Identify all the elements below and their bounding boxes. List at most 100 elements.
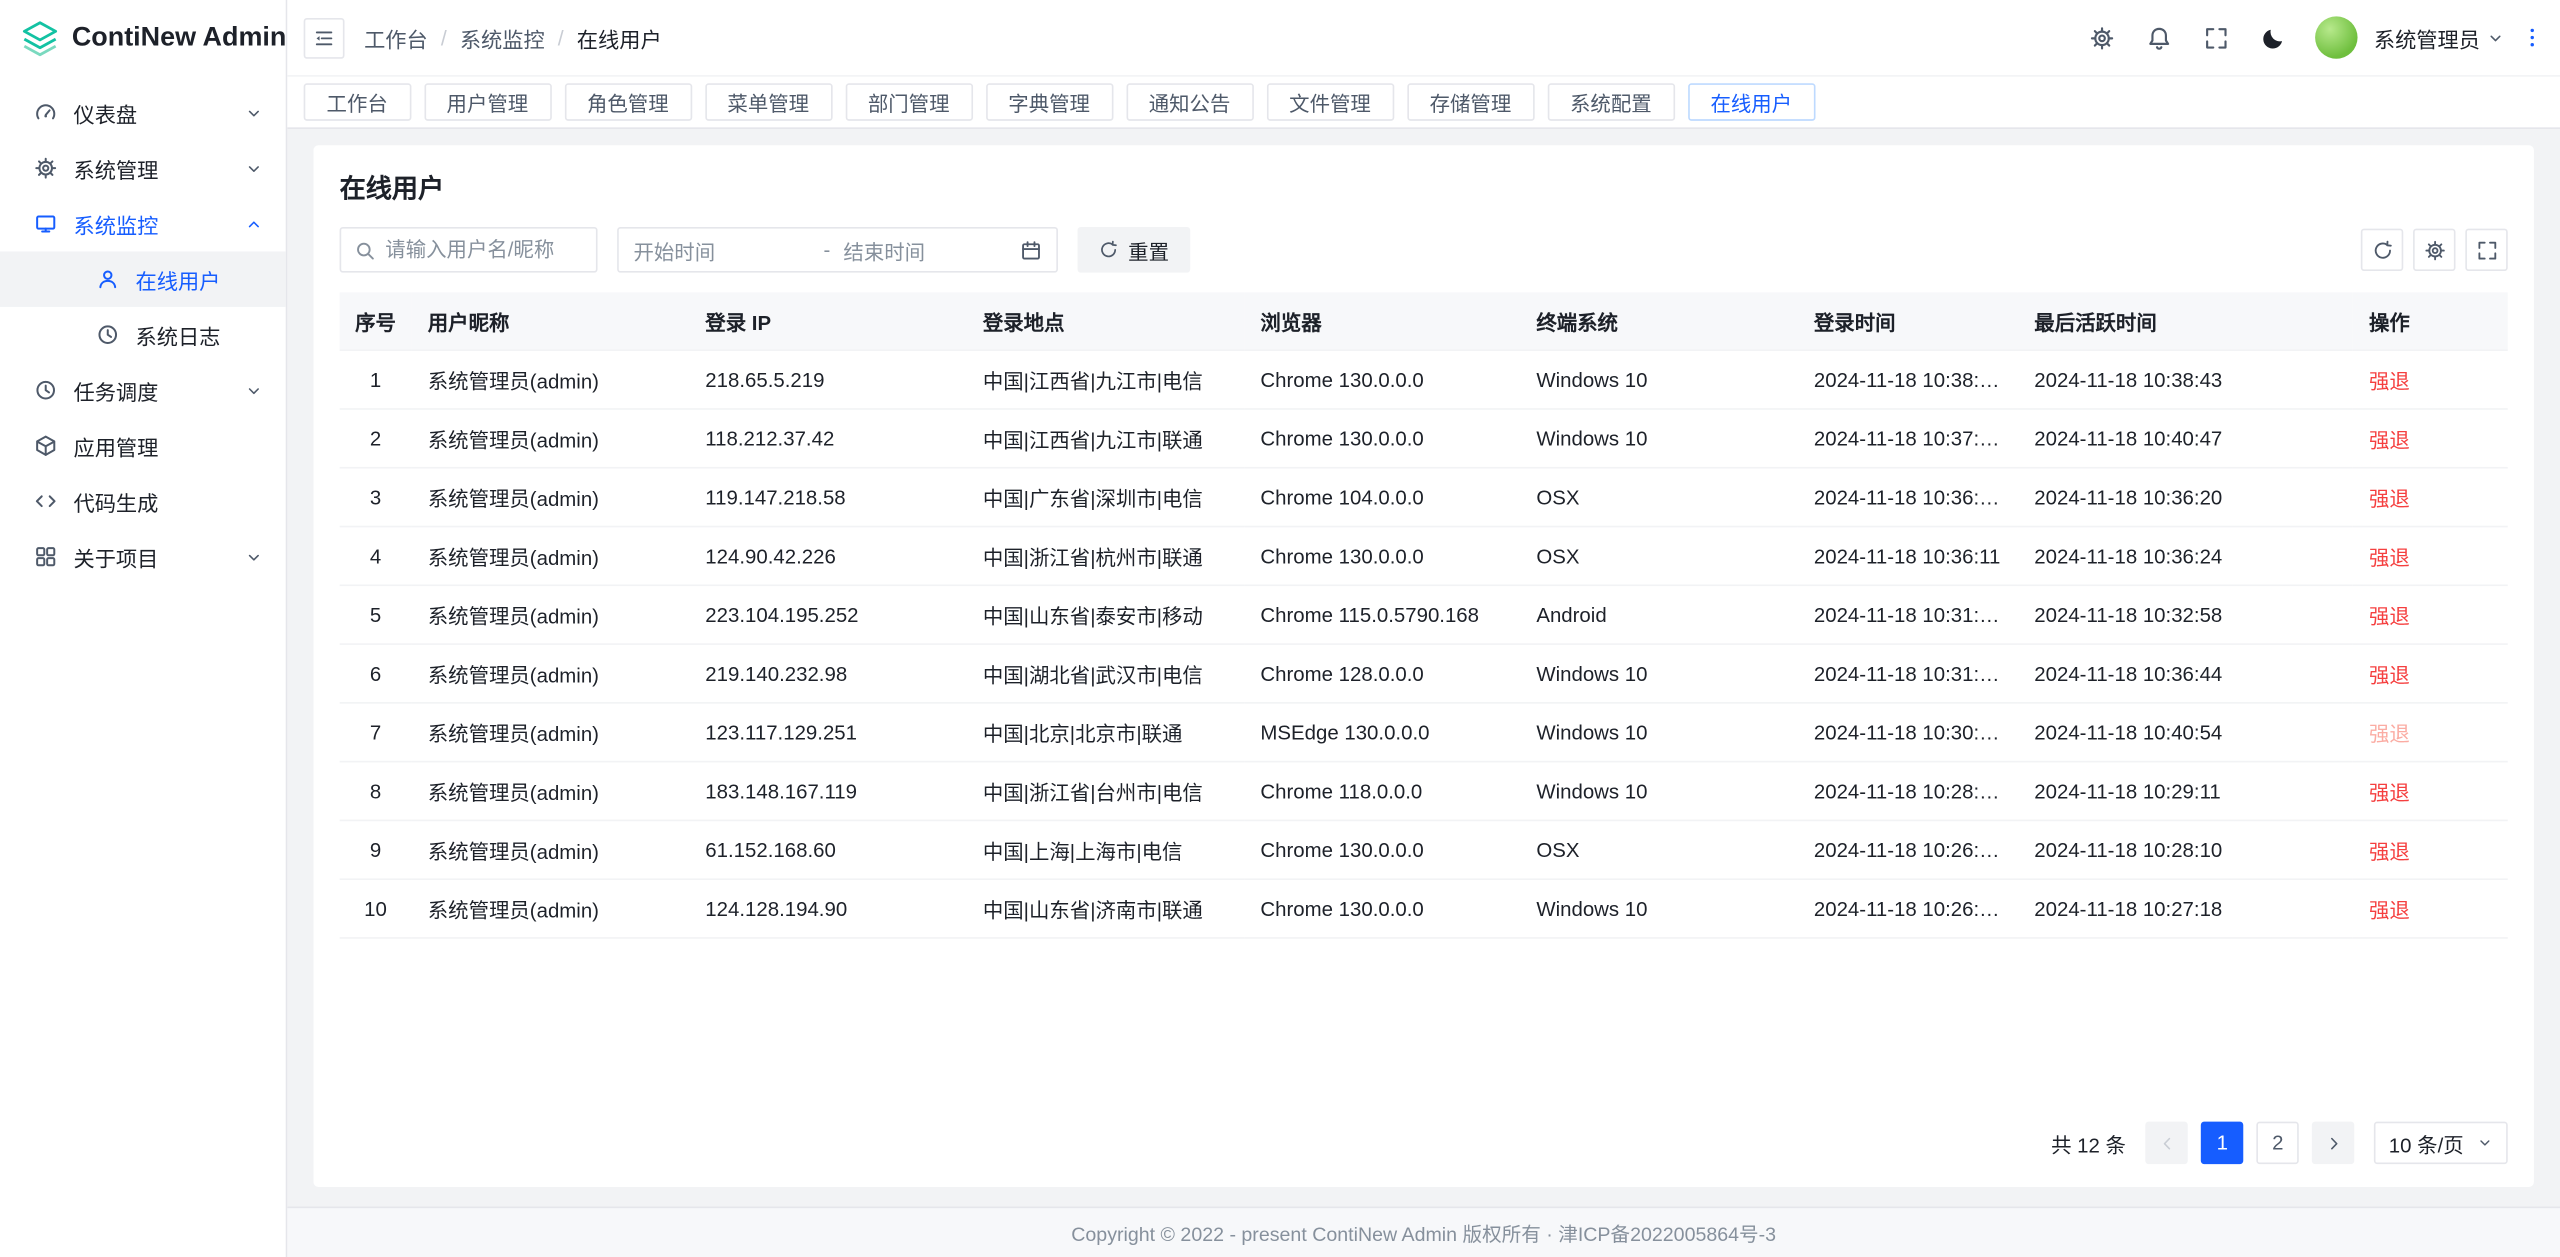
reset-button[interactable]: 重置 [1078, 227, 1191, 273]
sidebar: ContiNew Admin 仪表盘系统管理系统监控在线用户系统日志任务调度应用… [0, 0, 287, 1257]
search-box [340, 227, 598, 273]
force-logout-link[interactable]: 强退 [2369, 664, 2410, 687]
sidebar-item[interactable]: 系统监控 [0, 196, 286, 252]
breadcrumb: 工作台/系统监控/在线用户 [364, 22, 662, 53]
app-logo[interactable]: ContiNew Admin [0, 0, 286, 75]
pagination-next-button[interactable] [2312, 1122, 2354, 1164]
table-settings-button[interactable] [2413, 229, 2455, 271]
sidebar-item-label: 关于项目 [73, 541, 158, 572]
settings-icon [34, 157, 57, 180]
gear-icon [2424, 239, 2445, 260]
fullscreen-icon [2204, 25, 2228, 49]
table-row: 2系统管理员(admin)118.212.37.42中国|江西省|九江市|联通C… [340, 409, 2508, 468]
force-logout-link[interactable]: 强退 [2369, 841, 2410, 864]
user-menu[interactable]: 系统管理员 [2374, 22, 2505, 53]
breadcrumb-item[interactable]: 系统监控 [460, 22, 545, 53]
cell-os: OSX [1520, 527, 1798, 586]
cell-no: 1 [340, 350, 412, 409]
cell-location: 中国|上海|上海市|电信 [967, 820, 1245, 879]
pagination-prev-button[interactable] [2146, 1122, 2188, 1164]
table-refresh-button[interactable] [2361, 229, 2403, 271]
force-logout-link[interactable]: 强退 [2369, 371, 2410, 394]
cell-location: 中国|江西省|九江市|电信 [967, 350, 1245, 409]
pagination-page-button[interactable]: 1 [2201, 1122, 2243, 1164]
cell-os: OSX [1520, 820, 1798, 879]
chevron-down-icon [245, 159, 263, 177]
sidebar-subitem[interactable]: 系统日志 [0, 307, 286, 363]
search-input[interactable] [385, 238, 583, 261]
column-header: 序号 [340, 292, 412, 350]
history-icon [96, 323, 119, 346]
tab-item[interactable]: 存储管理 [1407, 83, 1534, 121]
sidebar-collapse-button[interactable] [304, 17, 345, 58]
table-row: 7系统管理员(admin)123.117.129.251中国|北京|北京市|联通… [340, 703, 2508, 762]
force-logout-link[interactable]: 强退 [2369, 488, 2410, 511]
table-fullscreen-button[interactable] [2465, 229, 2507, 271]
tab-item[interactable]: 系统配置 [1547, 83, 1674, 121]
tab-item[interactable]: 字典管理 [985, 83, 1112, 121]
cell-browser: Chrome 130.0.0.0 [1244, 409, 1520, 468]
force-logout-link[interactable]: 强退 [2369, 429, 2410, 452]
force-logout-link[interactable]: 强退 [2369, 547, 2410, 570]
force-logout-link[interactable]: 强退 [2369, 900, 2410, 923]
tab-item[interactable]: 文件管理 [1266, 83, 1393, 121]
cell-action: 强退 [2353, 762, 2508, 821]
cell-location: 中国|浙江省|杭州市|联通 [967, 527, 1245, 586]
cell-location: 中国|山东省|泰安市|移动 [967, 585, 1245, 644]
fullscreen-button[interactable] [2194, 16, 2238, 60]
chevron-down-icon [2487, 29, 2505, 47]
sidebar-item-label: 应用管理 [73, 430, 158, 461]
sidebar-item[interactable]: 系统管理 [0, 140, 286, 196]
sidebar-item-label: 系统管理 [73, 153, 158, 184]
date-range-picker[interactable]: 开始时间 - 结束时间 [617, 227, 1058, 273]
notifications-button[interactable] [2137, 16, 2181, 60]
tab-item[interactable]: 菜单管理 [705, 83, 832, 121]
sidebar-item[interactable]: 关于项目 [0, 529, 286, 585]
tab-item[interactable]: 在线用户 [1688, 83, 1815, 121]
pagination-page-button[interactable]: 2 [2257, 1122, 2299, 1164]
footer: Copyright © 2022 - present ContiNew Admi… [287, 1207, 2560, 1257]
table-row: 9系统管理员(admin)61.152.168.60中国|上海|上海市|电信Ch… [340, 820, 2508, 879]
settings-button[interactable] [2080, 16, 2124, 60]
app-title: ContiNew Admin [72, 22, 287, 53]
cell-browser: Chrome 118.0.0.0 [1244, 762, 1520, 821]
end-time-placeholder[interactable]: 结束时间 [843, 234, 1020, 265]
sidebar-item[interactable]: 仪表盘 [0, 85, 286, 141]
tab-item[interactable]: 用户管理 [424, 83, 551, 121]
sidebar-item[interactable]: 代码生成 [0, 473, 286, 529]
bell-icon [2147, 25, 2171, 49]
sidebar-subitem[interactable]: 在线用户 [0, 251, 286, 307]
column-header: 操作 [2353, 292, 2508, 350]
tab-item[interactable]: 部门管理 [845, 83, 972, 121]
cell-ip: 124.128.194.90 [689, 879, 967, 938]
cell-action: 强退 [2353, 585, 2508, 644]
tab-item[interactable]: 角色管理 [564, 83, 691, 121]
breadcrumb-item[interactable]: 在线用户 [577, 22, 662, 53]
sidebar-item[interactable]: 任务调度 [0, 362, 286, 418]
dark-mode-toggle[interactable] [2251, 16, 2295, 60]
start-time-placeholder[interactable]: 开始时间 [633, 234, 810, 265]
cell-last_active: 2024-11-18 10:38:43 [2018, 350, 2353, 409]
table-header: 序号用户昵称登录 IP登录地点浏览器终端系统登录时间最后活跃时间操作 [340, 292, 2508, 350]
tab-item[interactable]: 工作台 [304, 83, 411, 121]
force-logout-link[interactable]: 强退 [2369, 606, 2410, 629]
sidebar-item[interactable]: 应用管理 [0, 418, 286, 474]
force-logout-link[interactable]: 强退 [2369, 782, 2410, 805]
page-size-label: 10 条/页 [2389, 1127, 2464, 1158]
content-area: 在线用户 开始时间 - 结束时间 [287, 129, 2560, 1207]
chevron-down-icon [245, 548, 263, 566]
cell-browser: Chrome 115.0.5790.168 [1244, 585, 1520, 644]
user-avatar[interactable] [2315, 16, 2357, 58]
cell-ip: 183.148.167.119 [689, 762, 967, 821]
page-title: 在线用户 [340, 167, 2508, 206]
page-size-select[interactable]: 10 条/页 [2374, 1122, 2508, 1164]
cell-action: 强退 [2353, 703, 2508, 762]
cell-nickname: 系统管理员(admin) [411, 762, 689, 821]
cell-login_time: 2024-11-18 10:26:32 [1798, 879, 2018, 938]
cell-action: 强退 [2353, 820, 2508, 879]
tab-item[interactable]: 通知公告 [1126, 83, 1253, 121]
more-options-button[interactable] [2518, 16, 2547, 60]
force-logout-link[interactable]: 强退 [2369, 723, 2410, 746]
breadcrumb-item[interactable]: 工作台 [364, 22, 428, 53]
cell-browser: Chrome 104.0.0.0 [1244, 468, 1520, 527]
